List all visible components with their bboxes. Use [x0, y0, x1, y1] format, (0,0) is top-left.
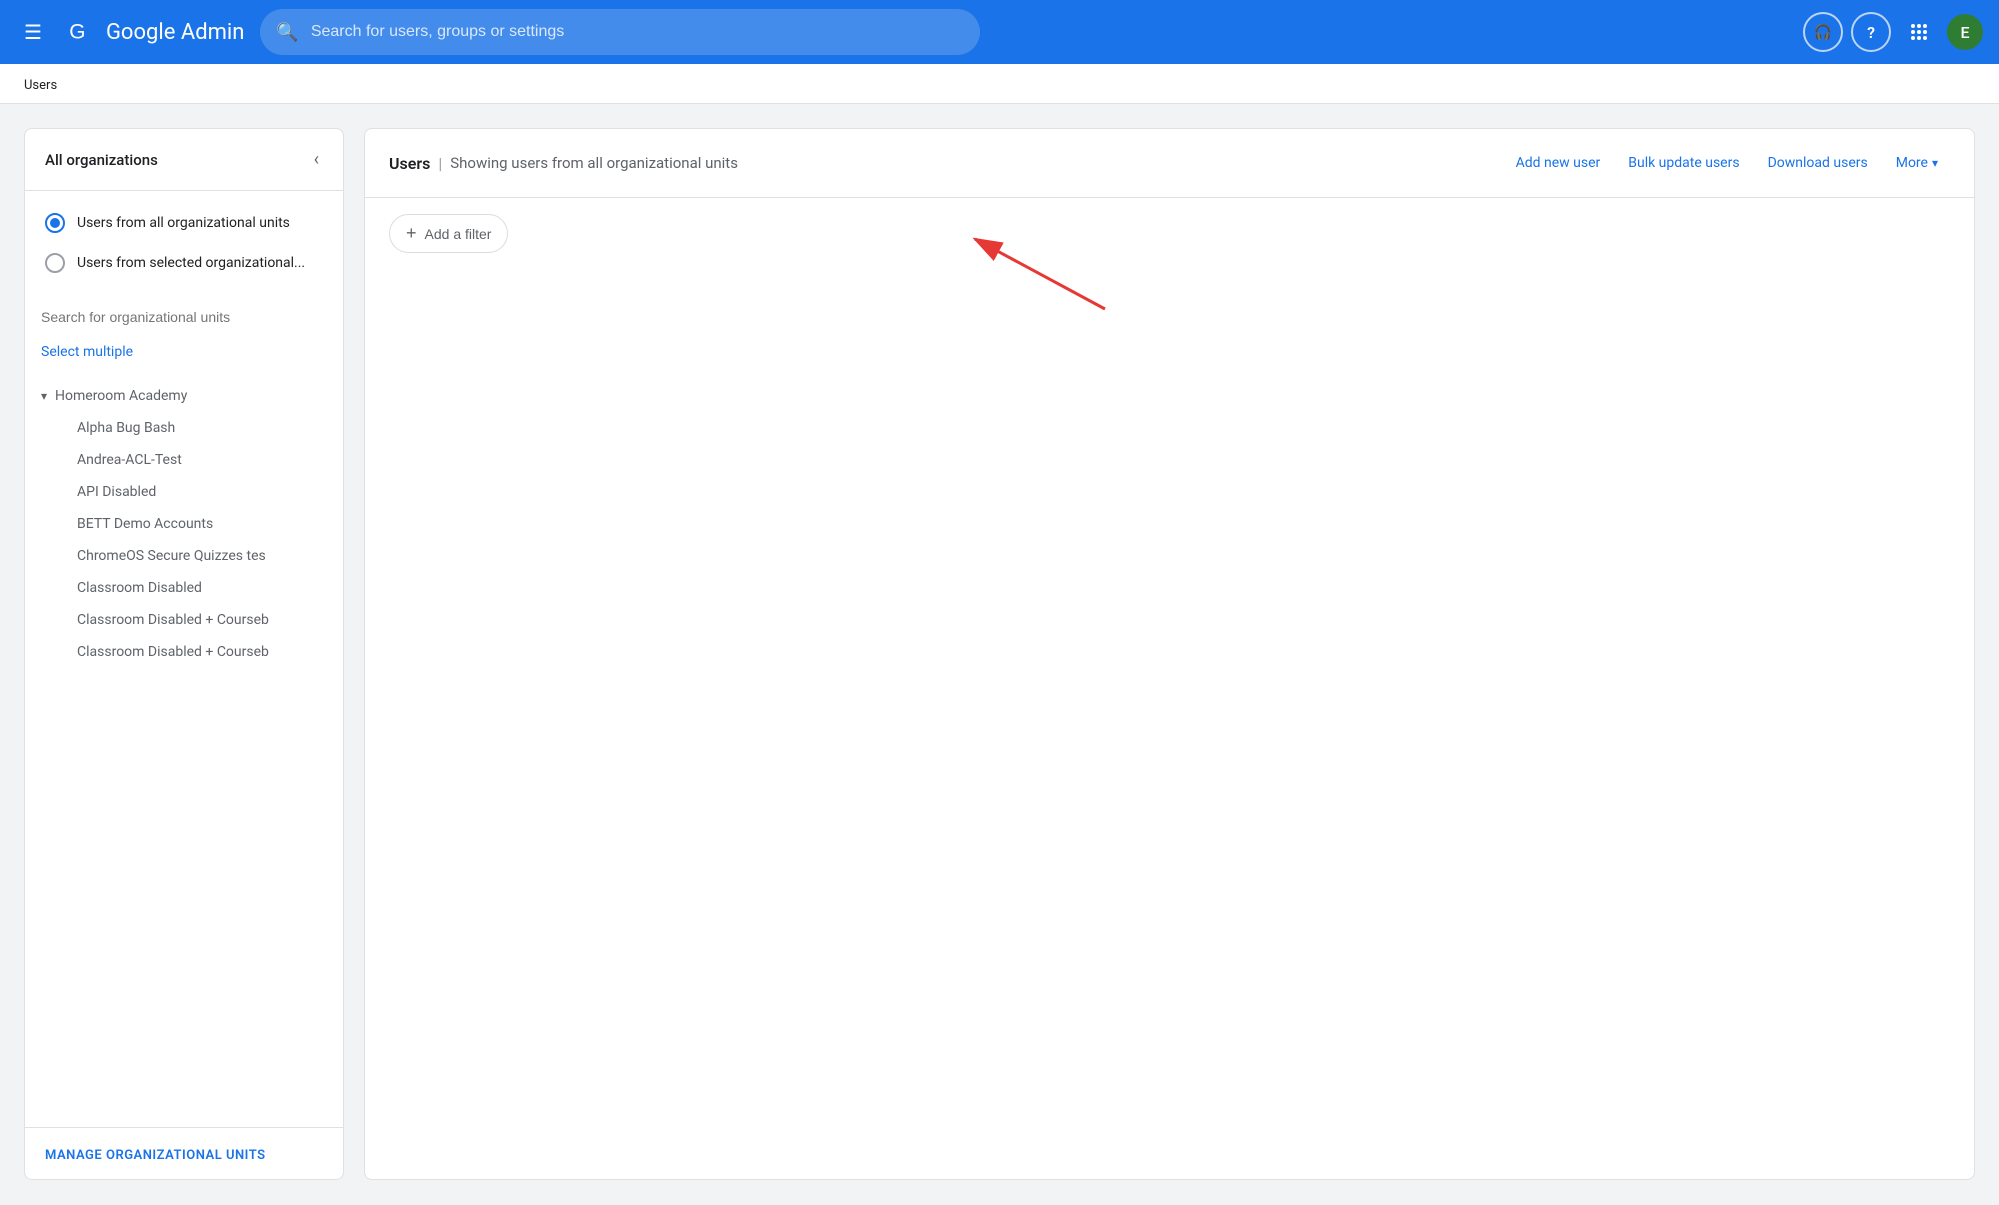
svg-text:G: G [69, 20, 85, 43]
more-button[interactable]: More ▾ [1884, 147, 1950, 179]
google-logo-icon: G [66, 16, 98, 48]
help-icon-btn[interactable]: ? [1851, 12, 1891, 52]
content-title-separator: | [438, 154, 442, 173]
org-child-classroomdisabledcourse1[interactable]: Classroom Disabled + Courseb [25, 604, 343, 636]
sidebar-header: All organizations ‹ [25, 129, 343, 191]
sidebar: All organizations ‹ Users from all organ… [24, 128, 344, 1180]
content-header: Users | Showing users from all organizat… [365, 129, 1974, 198]
content-title: Users [389, 154, 430, 173]
global-search[interactable]: 🔍 [260, 9, 980, 55]
select-multiple-link[interactable]: Select multiple [25, 340, 343, 372]
org-child-alphabugbash[interactable]: Alpha Bug Bash [25, 412, 343, 444]
add-filter-button[interactable]: + Add a filter [389, 214, 508, 253]
more-label: More [1896, 155, 1928, 171]
radio-all-orgs-label: Users from all organizational units [77, 215, 290, 231]
support-icon-btn[interactable]: 🎧 [1803, 12, 1843, 52]
org-tree: ▾ Homeroom Academy Alpha Bug Bash Andrea… [25, 372, 343, 1127]
org-search-input[interactable] [41, 303, 327, 332]
sidebar-footer[interactable]: MANAGE ORGANIZATIONAL UNITS [25, 1127, 343, 1179]
app-name: Google Admin [106, 20, 244, 45]
org-child-classroomdisabled[interactable]: Classroom Disabled [25, 572, 343, 604]
radio-selected-orgs[interactable]: Users from selected organizational... [33, 243, 335, 283]
add-filter-label: Add a filter [425, 226, 492, 242]
org-parent-homeroom[interactable]: ▾ Homeroom Academy [25, 380, 343, 412]
headset-icon: 🎧 [1814, 23, 1833, 41]
chevron-down-icon: ▾ [41, 389, 47, 403]
radio-all-orgs[interactable]: Users from all organizational units [33, 203, 335, 243]
breadcrumb-label: Users [24, 78, 57, 93]
content-area: Users | Showing users from all organizat… [364, 128, 1975, 1180]
sidebar-search[interactable] [25, 295, 343, 340]
breadcrumb-bar: Users [0, 64, 1999, 104]
org-child-apidisabled[interactable]: API Disabled [25, 476, 343, 508]
org-child-classroomdisabledcourse2[interactable]: Classroom Disabled + Courseb [25, 636, 343, 668]
radio-all-orgs-indicator [45, 213, 65, 233]
sidebar-title: All organizations [45, 151, 158, 169]
filter-bar: + Add a filter [365, 198, 1974, 269]
user-avatar[interactable]: E [1947, 14, 1983, 50]
org-parent-label: Homeroom Academy [55, 388, 187, 404]
org-child-bettdemo[interactable]: BETT Demo Accounts [25, 508, 343, 540]
apps-grid-icon [1911, 24, 1927, 40]
add-new-user-button[interactable]: Add new user [1504, 147, 1613, 179]
manage-org-units-link[interactable]: MANAGE ORGANIZATIONAL UNITS [45, 1148, 266, 1163]
bulk-update-users-button[interactable]: Bulk update users [1616, 147, 1751, 179]
app-logo: G Google Admin [66, 16, 244, 48]
top-navigation: ☰ G Google Admin 🔍 🎧 ? E [0, 0, 1999, 64]
radio-selected-orgs-label: Users from selected organizational... [77, 255, 305, 271]
org-child-andreaacl[interactable]: Andrea-ACL-Test [25, 444, 343, 476]
search-icon: 🔍 [276, 22, 298, 43]
content-actions: Add new user Bulk update users Download … [1504, 147, 1950, 179]
content-subtitle: Showing users from all organizational un… [450, 154, 738, 172]
radio-selected-orgs-indicator [45, 253, 65, 273]
search-input[interactable] [311, 23, 965, 41]
chevron-down-icon: ▾ [1932, 156, 1938, 170]
sidebar-options: Users from all organizational units User… [25, 191, 343, 295]
help-icon: ? [1867, 23, 1875, 42]
nav-right-actions: 🎧 ? E [1803, 12, 1983, 52]
plus-icon: + [406, 223, 417, 244]
download-users-button[interactable]: Download users [1756, 147, 1880, 179]
content-title-section: Users | Showing users from all organizat… [389, 154, 1488, 173]
org-child-chromeos[interactable]: ChromeOS Secure Quizzes tes [25, 540, 343, 572]
sidebar-collapse-btn[interactable]: ‹ [310, 145, 323, 174]
hamburger-menu[interactable]: ☰ [16, 12, 50, 52]
apps-menu-btn[interactable] [1899, 12, 1939, 52]
main-layout: All organizations ‹ Users from all organ… [0, 104, 1999, 1204]
